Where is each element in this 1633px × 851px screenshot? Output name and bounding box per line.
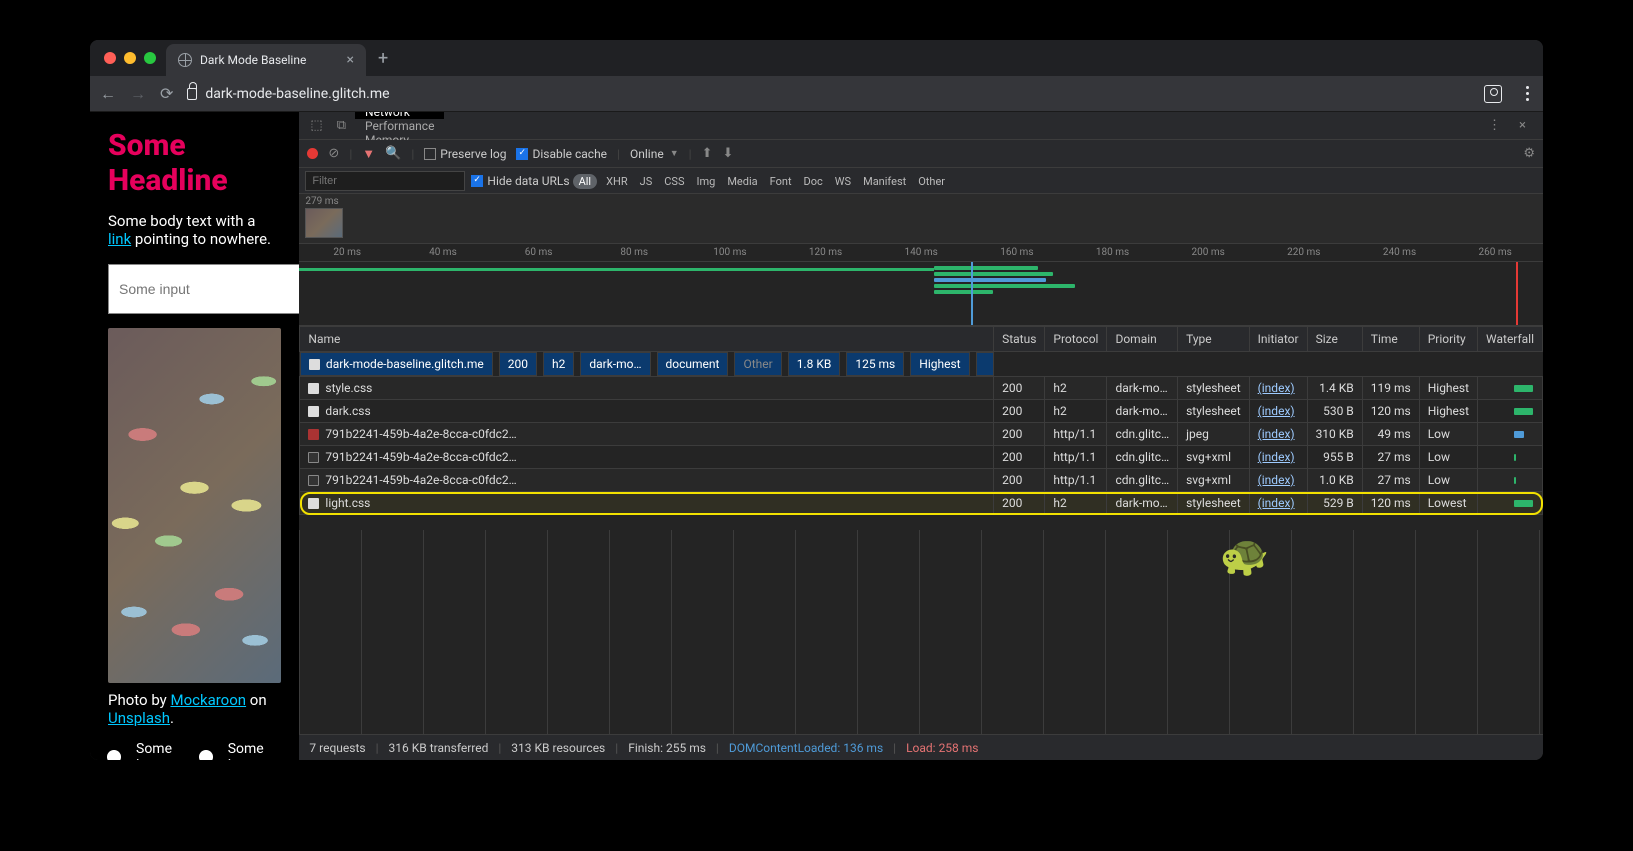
overview-thumbnail <box>305 208 343 238</box>
disable-cache-checkbox[interactable]: Disable cache <box>516 147 607 161</box>
filter-type-js[interactable]: JS <box>634 175 659 188</box>
filter-type-media[interactable]: Media <box>721 175 763 188</box>
forward-button[interactable]: → <box>130 84 146 104</box>
filter-type-doc[interactable]: Doc <box>798 175 829 188</box>
column-waterfall[interactable]: Waterfall <box>1478 327 1543 352</box>
back-button[interactable]: ← <box>100 84 116 104</box>
filter-type-other[interactable]: Other <box>912 175 951 188</box>
filter-type-img[interactable]: Img <box>690 175 721 188</box>
url-field[interactable]: dark-mode-baseline.glitch.me <box>187 86 1470 102</box>
device-icon[interactable]: ⧉ <box>332 118 351 133</box>
globe-icon <box>178 53 192 67</box>
close-window-icon[interactable] <box>104 52 116 64</box>
devtools-panel: ⬚ ⧉ ElementsConsoleSourcesNetworkPerform… <box>299 112 1543 760</box>
download-icon[interactable]: ⬇ <box>722 146 733 161</box>
devtools-menu-icon[interactable]: ⋮ <box>1483 118 1506 133</box>
overview-label: 279 ms <box>305 196 338 207</box>
hide-data-urls-checkbox[interactable]: Hide data URLs <box>471 174 569 188</box>
table-row[interactable]: 791b2241-459b-4a2e-8cca-c0fdc2…200http/1… <box>300 423 1543 446</box>
devtools-tabs: ⬚ ⧉ ElementsConsoleSourcesNetworkPerform… <box>299 112 1543 140</box>
status-finish: Finish: 255 ms <box>628 741 706 755</box>
title-bar: Dark Mode Baseline × + <box>90 40 1543 76</box>
search-icon[interactable]: 🔍 <box>385 146 401 161</box>
body-link[interactable]: link <box>108 230 131 248</box>
table-row[interactable]: dark-mode-baseline.glitch.me200h2dark-mo… <box>300 352 994 376</box>
status-transferred: 316 KB transferred <box>389 741 489 755</box>
filter-icon[interactable]: ▼ <box>362 146 375 162</box>
filter-type-manifest[interactable]: Manifest <box>857 175 912 188</box>
filter-type-all[interactable]: All <box>573 174 598 189</box>
filter-type-ws[interactable]: WS <box>829 175 857 188</box>
browser-window: Dark Mode Baseline × + ← → ⟳ dark-mode-b… <box>90 40 1543 760</box>
table-row[interactable]: 791b2241-459b-4a2e-8cca-c0fdc2…200http/1… <box>300 469 1543 492</box>
column-status[interactable]: Status <box>994 327 1045 352</box>
filter-type-css[interactable]: CSS <box>658 175 690 188</box>
column-size[interactable]: Size <box>1307 327 1362 352</box>
timeline[interactable]: 20 ms40 ms60 ms80 ms100 ms120 ms140 ms16… <box>299 244 1543 326</box>
browser-tab[interactable]: Dark Mode Baseline × <box>166 44 366 76</box>
bulb-icon <box>108 751 126 760</box>
column-protocol[interactable]: Protocol <box>1045 327 1107 352</box>
gear-icon[interactable]: ⚙ <box>1523 146 1535 161</box>
column-time[interactable]: Time <box>1362 327 1419 352</box>
filter-type-font[interactable]: Font <box>764 175 798 188</box>
minimize-window-icon[interactable] <box>124 52 136 64</box>
new-tab-button[interactable]: + <box>378 48 388 69</box>
close-tab-icon[interactable]: × <box>347 52 354 68</box>
turtle-icon: 🐢 <box>1220 532 1270 579</box>
overview-strip[interactable]: 279 ms <box>299 194 1543 244</box>
status-requests: 7 requests <box>309 741 365 755</box>
filter-type-xhr[interactable]: XHR <box>600 175 634 188</box>
tab-title: Dark Mode Baseline <box>200 53 306 67</box>
network-table[interactable]: NameStatusProtocolDomainTypeInitiatorSiz… <box>299 326 1543 530</box>
maximize-window-icon[interactable] <box>144 52 156 64</box>
url-text: dark-mode-baseline.glitch.me <box>205 86 389 102</box>
table-row[interactable]: style.css200h2dark-mo…stylesheet(index)1… <box>300 377 1543 400</box>
network-filter-bar: Hide data URLs AllXHRJSCSSImgMediaFontDo… <box>299 168 1543 194</box>
column-priority[interactable]: Priority <box>1419 327 1477 352</box>
menu-icon[interactable] <box>1522 82 1533 105</box>
profile-icon[interactable] <box>1484 85 1502 103</box>
clear-icon[interactable]: ⊘ <box>328 146 339 161</box>
lock-icon <box>187 88 197 100</box>
preserve-log-checkbox[interactable]: Preserve log <box>424 147 506 161</box>
table-empty-area: 🐢 <box>299 530 1543 734</box>
table-row[interactable]: light.css200h2dark-mo…stylesheet(index)5… <box>300 492 1543 515</box>
network-toolbar: ⊘ | ▼ 🔍 | Preserve log Disable cache | O… <box>299 140 1543 168</box>
credit-site-link[interactable]: Unsplash <box>108 709 170 727</box>
devtools-close-icon[interactable]: × <box>1514 118 1531 133</box>
upload-icon[interactable]: ⬆ <box>702 146 713 161</box>
status-resources: 313 KB resources <box>511 741 605 755</box>
record-icon[interactable] <box>307 148 318 159</box>
credit-author-link[interactable]: Mockaroon <box>170 691 246 709</box>
column-domain[interactable]: Domain <box>1107 327 1178 352</box>
table-row[interactable]: 791b2241-459b-4a2e-8cca-c0fdc2…200http/1… <box>300 446 1543 469</box>
table-row[interactable]: dark.css200h2dark-mo…stylesheet(index)53… <box>300 400 1543 423</box>
throttling-select[interactable]: Online▼ <box>630 147 679 161</box>
column-type[interactable]: Type <box>1178 327 1250 352</box>
timeline-ticks: 20 ms40 ms60 ms80 ms100 ms120 ms140 ms16… <box>299 244 1543 262</box>
column-name[interactable]: Name <box>300 327 994 352</box>
url-bar: ← → ⟳ dark-mode-baseline.glitch.me <box>90 76 1543 112</box>
devtools-tab-performance[interactable]: Performance <box>355 119 444 133</box>
column-initiator[interactable]: Initiator <box>1249 327 1307 352</box>
text-input[interactable] <box>108 264 299 314</box>
page-content: Some Headline Some body text with a link… <box>90 112 299 760</box>
photo-credit: Photo by Mockaroon on Unsplash. <box>108 691 281 727</box>
traffic-lights <box>104 52 156 64</box>
reload-button[interactable]: ⟳ <box>160 84 173 103</box>
filter-input[interactable] <box>305 171 465 191</box>
body-text: Some body text with a link pointing to n… <box>108 212 281 248</box>
icon-row: Some icon Some icon <box>108 741 281 760</box>
inspect-icon[interactable]: ⬚ <box>305 118 327 133</box>
hero-image <box>108 328 281 683</box>
status-bar: 7 requests| 316 KB transferred| 313 KB r… <box>299 734 1543 760</box>
status-load: Load: 258 ms <box>906 741 978 755</box>
bulb-icon <box>200 751 218 760</box>
page-headline: Some Headline <box>108 128 281 198</box>
status-dcl: DOMContentLoaded: 136 ms <box>729 741 883 755</box>
